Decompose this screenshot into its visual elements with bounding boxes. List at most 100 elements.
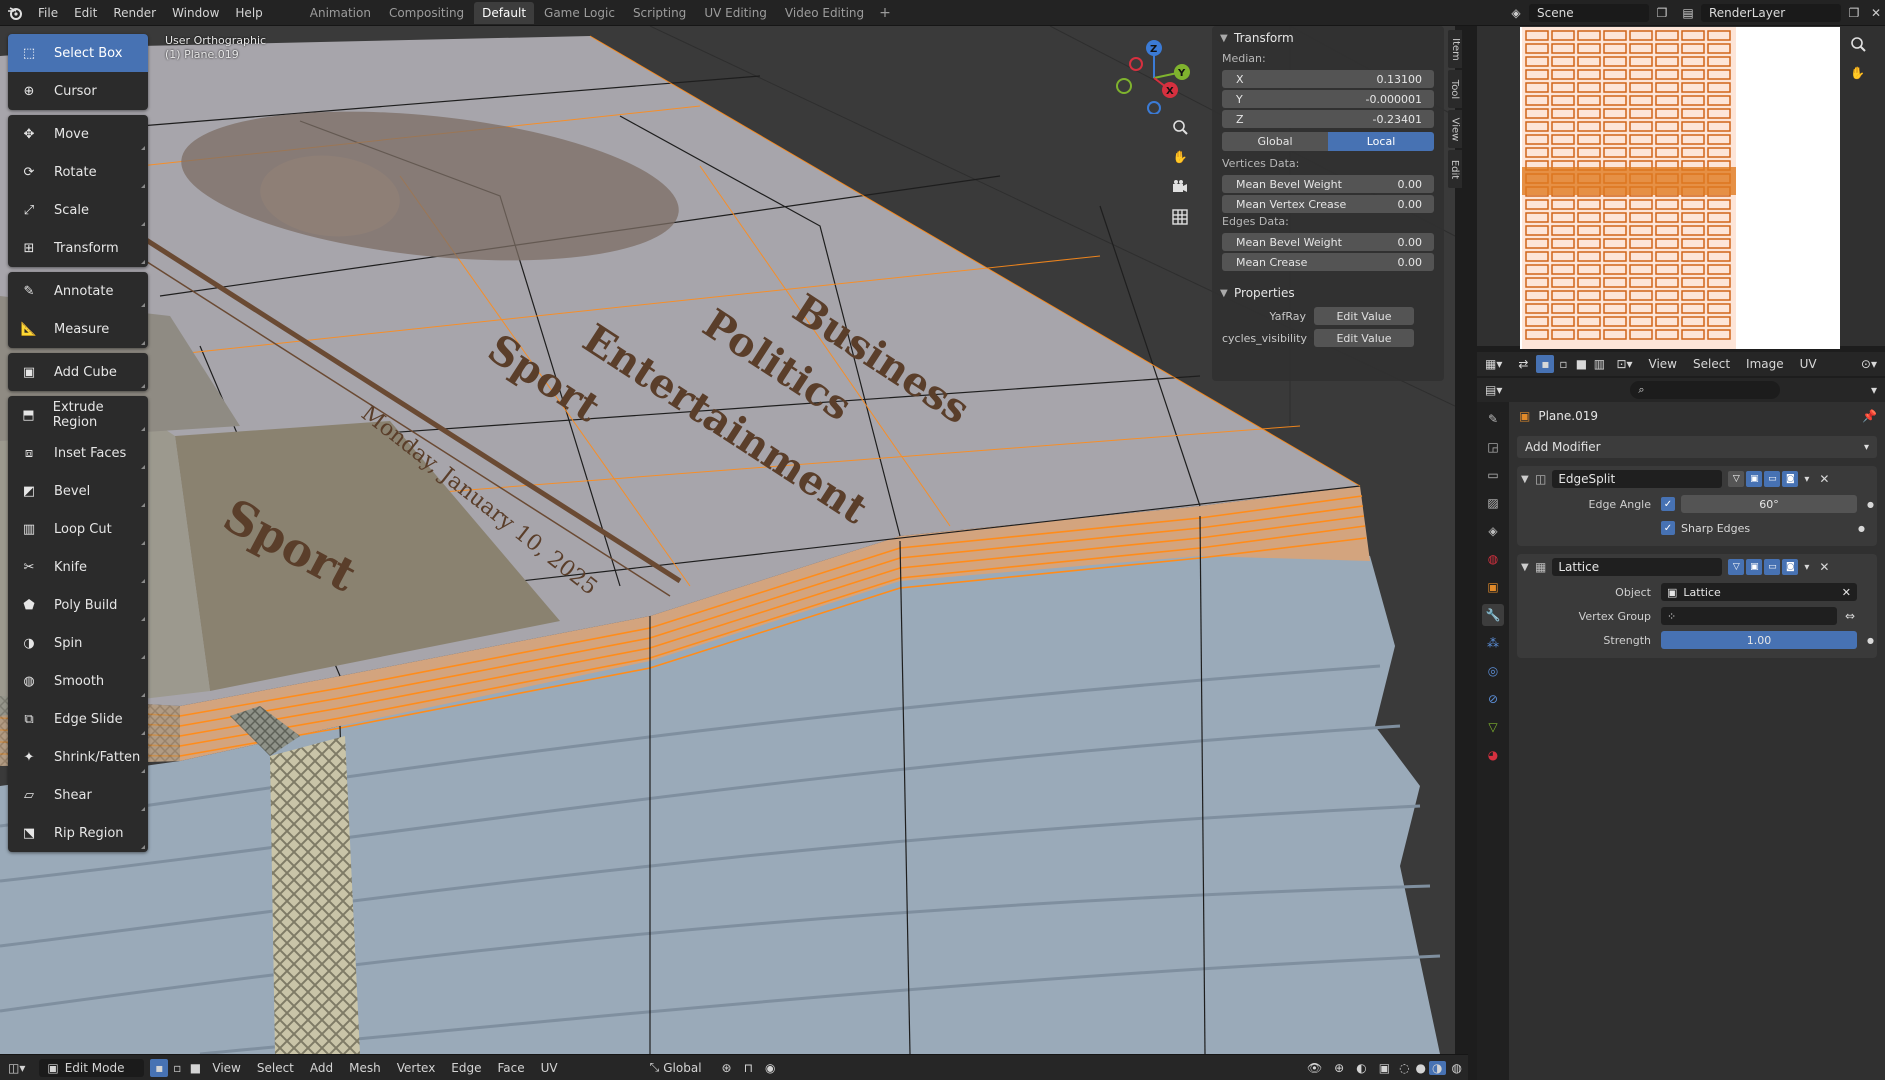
median-x-field[interactable]: X 0.13100 xyxy=(1222,70,1434,88)
menu-window[interactable]: Window xyxy=(164,6,227,20)
local-button[interactable]: Local xyxy=(1328,132,1434,151)
render-tab-icon[interactable]: ◲ xyxy=(1482,436,1504,458)
view-layer-tab-icon[interactable]: ▨ xyxy=(1482,492,1504,514)
median-y-field[interactable]: Y -0.000001 xyxy=(1222,90,1434,108)
tool-rotate[interactable]: ⟳ Rotate xyxy=(8,153,148,191)
tool-smooth[interactable]: ◍ Smooth xyxy=(8,662,148,700)
lattice-object-field[interactable]: ▣ Lattice ✕ xyxy=(1661,583,1857,601)
pin-icon[interactable]: 📌 xyxy=(1862,409,1877,423)
tab-game-logic[interactable]: Game Logic xyxy=(536,2,623,24)
uv-zoom-icon[interactable] xyxy=(1850,36,1866,55)
remove-layer-icon[interactable]: ✕ xyxy=(1867,6,1885,20)
tab-scripting[interactable]: Scripting xyxy=(625,2,694,24)
tool-move[interactable]: ✥ Move xyxy=(8,115,148,153)
uv-island-mode-icon[interactable]: ▥ xyxy=(1590,355,1608,373)
uv-pivot-icon[interactable]: ⊙▾ xyxy=(1853,357,1885,371)
edge-angle-checkbox[interactable]: ✓ xyxy=(1661,497,1675,511)
menu-edge[interactable]: Edge xyxy=(443,1061,489,1075)
tab-view[interactable]: View xyxy=(1448,110,1462,148)
mean-crease-field[interactable]: Mean Crease 0.00 xyxy=(1222,253,1434,271)
render-layer-icon[interactable]: ▤ xyxy=(1675,6,1701,20)
collapse-chevron-icon[interactable]: ▼ xyxy=(1521,562,1535,573)
uv-pan-icon[interactable]: ✋ xyxy=(1850,66,1865,80)
tab-uv-editing[interactable]: UV Editing xyxy=(696,2,775,24)
zoom-icon[interactable] xyxy=(1167,114,1193,140)
tab-animation[interactable]: Animation xyxy=(302,2,379,24)
uv-editor-type-icon[interactable]: ▦▾ xyxy=(1477,357,1510,371)
xray-icon[interactable]: ▣ xyxy=(1373,1061,1396,1075)
snap-icon[interactable]: ⊓ xyxy=(738,1061,759,1075)
shading-render-icon[interactable]: ◍ xyxy=(1446,1061,1468,1075)
proportional-icon[interactable]: ◉ xyxy=(759,1061,781,1075)
tool-tab-icon[interactable]: ✎ xyxy=(1482,408,1504,430)
mean-bevel-weight-field[interactable]: Mean Bevel Weight 0.00 xyxy=(1222,175,1434,193)
vertex-select-icon[interactable]: ▪ xyxy=(150,1058,169,1077)
scene-field[interactable]: Scene xyxy=(1529,4,1649,22)
modifier-tab-icon[interactable]: 🔧 xyxy=(1482,604,1504,626)
camera-icon[interactable] xyxy=(1167,174,1193,200)
keyframe-dot-icon[interactable]: ● xyxy=(1858,524,1865,533)
tab-edit[interactable]: Edit xyxy=(1448,150,1462,188)
menu-file[interactable]: File xyxy=(30,6,66,20)
visibility-icon[interactable]: 👁 xyxy=(1301,1061,1328,1075)
tool-annotate[interactable]: ✎ Annotate xyxy=(8,272,148,310)
tool-scale[interactable]: ⤢ Scale xyxy=(8,191,148,229)
face-select-icon[interactable]: ■ xyxy=(186,1059,204,1077)
overlay-icon[interactable]: ◐ xyxy=(1350,1061,1372,1075)
tool-shrink-fatten[interactable]: ✦ Shrink/Fatten xyxy=(8,738,148,776)
shading-wire-icon[interactable]: ◌ xyxy=(1396,1061,1412,1075)
menu-face[interactable]: Face xyxy=(490,1061,533,1075)
modifier-menu-icon[interactable]: ▾ xyxy=(1804,562,1809,573)
editor-type-icon[interactable]: ◫▾ xyxy=(0,1061,33,1075)
transform-panel-header[interactable]: ▼ Transform xyxy=(1212,26,1444,50)
tool-add-cube[interactable]: ▣ Add Cube xyxy=(8,353,148,391)
render-display-icon[interactable]: ◙ xyxy=(1782,559,1799,575)
remove-modifier-icon[interactable]: ✕ xyxy=(1819,472,1829,486)
tool-measure[interactable]: 📐 Measure xyxy=(8,310,148,348)
uv-menu-uv[interactable]: UV xyxy=(1792,357,1825,371)
object-tab-icon[interactable]: ▣ xyxy=(1482,576,1504,598)
menu-render[interactable]: Render xyxy=(105,6,164,20)
uv-sync-icon[interactable]: ⇄ xyxy=(1510,357,1536,371)
shading-material-icon[interactable]: ◑ xyxy=(1429,1060,1446,1075)
menu-view[interactable]: View xyxy=(204,1061,248,1075)
viewport-display-icon[interactable]: ▭ xyxy=(1764,559,1781,575)
edit-value-button[interactable]: Edit Value xyxy=(1314,329,1414,347)
particles-tab-icon[interactable]: ⁂ xyxy=(1482,632,1504,654)
edge-select-icon[interactable]: ▫ xyxy=(168,1059,186,1077)
tool-knife[interactable]: ✂ Knife xyxy=(8,548,148,586)
render-display-icon[interactable]: ◙ xyxy=(1782,471,1799,487)
props-editor-type-icon[interactable]: ▤▾ xyxy=(1477,383,1510,397)
modifier-menu-icon[interactable]: ▾ xyxy=(1804,474,1809,485)
menu-mesh[interactable]: Mesh xyxy=(341,1061,389,1075)
orientation-selector[interactable]: Global xyxy=(663,1061,715,1075)
material-tab-icon[interactable]: ◕ xyxy=(1482,744,1504,766)
collapse-chevron-icon[interactable]: ▼ xyxy=(1521,474,1535,485)
menu-edit[interactable]: Edit xyxy=(66,6,105,20)
scene-icon[interactable]: ◈ xyxy=(1503,6,1529,20)
edge-angle-field[interactable]: 60° xyxy=(1681,495,1857,513)
add-modifier-button[interactable]: Add Modifier ▾ xyxy=(1517,436,1877,458)
viewport-display-icon[interactable]: ▭ xyxy=(1764,471,1781,487)
constraints-tab-icon[interactable]: ⊘ xyxy=(1482,688,1504,710)
properties-panel-header[interactable]: ▼ Properties xyxy=(1212,281,1444,305)
menu-select[interactable]: Select xyxy=(249,1061,302,1075)
tab-default[interactable]: Default xyxy=(474,1,535,24)
editmode-display-icon[interactable]: ▣ xyxy=(1746,559,1763,575)
tool-select-box[interactable]: ⬚ Select Box xyxy=(8,34,148,72)
gizmo-neg-z[interactable] xyxy=(1147,101,1161,115)
strength-slider[interactable]: 1.00 xyxy=(1661,631,1857,649)
mode-selector[interactable]: ▣ Edit Mode xyxy=(39,1058,145,1077)
scene-tab-icon[interactable]: ◈ xyxy=(1482,520,1504,542)
menu-help[interactable]: Help xyxy=(227,6,270,20)
tool-spin[interactable]: ◑ Spin xyxy=(8,624,148,662)
navigation-gizmo[interactable]: Z Y X xyxy=(1110,34,1190,117)
uv-image[interactable] xyxy=(1520,27,1840,349)
modifier-name-field[interactable]: Lattice xyxy=(1552,558,1723,576)
3d-viewport[interactable]: Business Politics Entertainment Sport Mo… xyxy=(0,26,1455,1054)
tab-item[interactable]: Item xyxy=(1448,30,1462,68)
render-layer-field[interactable]: RenderLayer xyxy=(1701,4,1841,22)
uv-face-mode-icon[interactable]: ■ xyxy=(1572,355,1590,373)
props-options-icon[interactable]: ▾ xyxy=(1863,383,1885,397)
menu-add[interactable]: Add xyxy=(302,1061,341,1075)
